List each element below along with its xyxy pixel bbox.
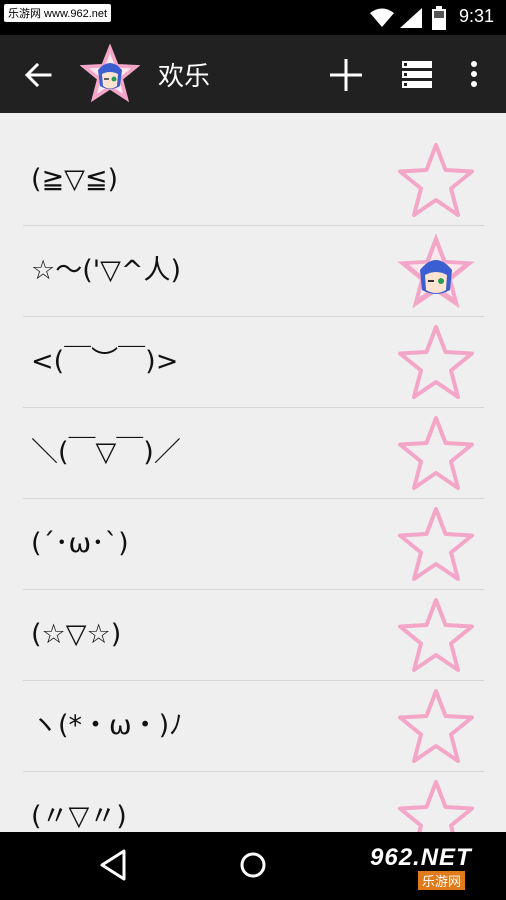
emoticon-text: ＼(￣▽￣)／ bbox=[31, 437, 181, 468]
list-item[interactable]: ヽ(*・ω・)ﾉ bbox=[23, 681, 484, 772]
app-bar: 欢乐 bbox=[0, 35, 506, 113]
favorite-star-icon[interactable] bbox=[396, 143, 476, 219]
list-item[interactable]: ＼(￣▽￣)／ bbox=[23, 408, 484, 499]
favorite-star-icon[interactable] bbox=[396, 780, 476, 832]
list-item[interactable]: (〃▽〃) bbox=[23, 772, 484, 832]
emoticon-text: <(￣︶￣)> bbox=[31, 346, 179, 377]
watermark-logo-text: 962.NET bbox=[370, 844, 472, 871]
list-item[interactable]: (☆▽☆) bbox=[23, 590, 484, 681]
navigation-bar: 962.NET 乐游网 bbox=[0, 832, 506, 900]
list-item[interactable]: <(￣︶￣)> bbox=[23, 317, 484, 408]
battery-icon bbox=[432, 6, 446, 30]
signal-icon bbox=[400, 8, 422, 28]
favorite-star-icon[interactable] bbox=[396, 507, 476, 583]
list-item[interactable]: (´･ω･`) bbox=[23, 499, 484, 590]
nav-back-icon[interactable] bbox=[96, 847, 130, 883]
list-view-icon[interactable] bbox=[398, 56, 438, 96]
favorite-star-icon[interactable] bbox=[396, 416, 476, 492]
favorite-star-icon[interactable] bbox=[396, 325, 476, 401]
emoticon-text: ヽ(*・ω・)ﾉ bbox=[31, 710, 183, 741]
back-arrow-icon[interactable] bbox=[18, 55, 58, 95]
favorite-star-filled-icon[interactable] bbox=[396, 234, 476, 310]
list-item[interactable]: (≧▽≦) bbox=[23, 135, 484, 226]
avatar bbox=[80, 44, 140, 103]
nav-home-icon[interactable] bbox=[236, 848, 270, 882]
watermark-text: 乐游网 www.962.net bbox=[4, 4, 112, 22]
emoticon-list: (≧▽≦) ☆～('▽^人) <(￣︶￣)> ＼(￣▽￣)／ (´･ω･`) (☆▽☆) ヽ… bbox=[23, 135, 484, 832]
favorite-star-icon[interactable] bbox=[396, 598, 476, 674]
emoticon-text: (≧▽≦) bbox=[31, 164, 119, 195]
status-bar: 乐游网 www.962.net 9:31 bbox=[0, 0, 506, 35]
emoticon-text: (´･ω･`) bbox=[31, 528, 129, 559]
emoticon-text: (〃▽〃) bbox=[31, 801, 127, 832]
watermark-logo-subtext: 乐游网 bbox=[418, 871, 466, 890]
more-options-icon[interactable] bbox=[464, 55, 484, 95]
wifi-icon bbox=[370, 8, 394, 27]
list-item[interactable]: ☆～('▽^人) bbox=[23, 226, 484, 317]
emoticon-text: ☆～('▽^人) bbox=[31, 255, 182, 286]
page-title: 欢乐 bbox=[158, 62, 211, 92]
watermark-logo: 962.NET 乐游网 bbox=[366, 844, 502, 890]
emoticon-text: (☆▽☆) bbox=[31, 619, 122, 650]
clock: 9:31 bbox=[458, 6, 494, 26]
add-button[interactable] bbox=[326, 55, 366, 95]
favorite-star-icon[interactable] bbox=[396, 689, 476, 765]
content-area: (≧▽≦) ☆～('▽^人) <(￣︶￣)> ＼(￣▽￣)／ (´･ω･`) (☆▽☆) ヽ… bbox=[0, 113, 506, 832]
